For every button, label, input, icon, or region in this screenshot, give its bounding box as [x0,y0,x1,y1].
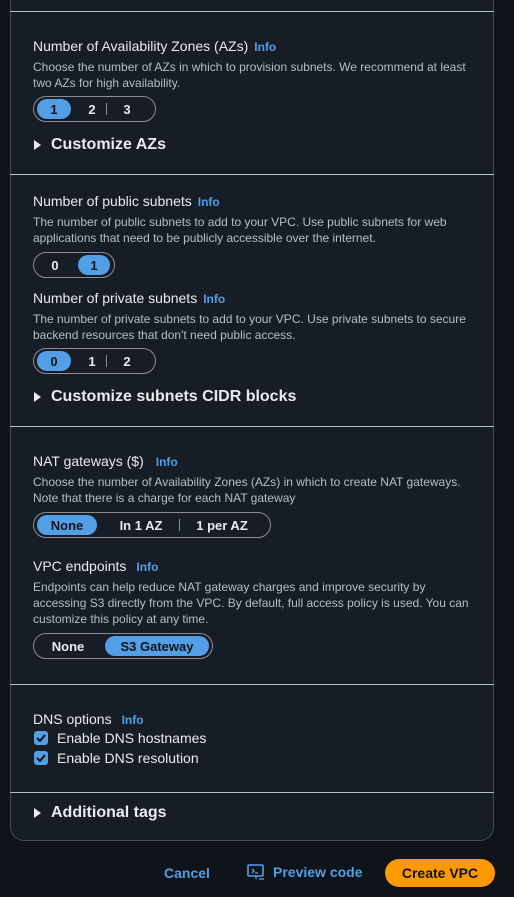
private-subnets-option-0[interactable]: 0 [37,351,71,371]
caret-right-icon [34,140,41,150]
public-subnets-description: The number of public subnets to add to y… [33,215,447,245]
nat-label-row: NAT gateways ($) Info [33,453,178,471]
private-subnets-option-2[interactable]: 2 [107,351,147,371]
endpoints-label-row: VPC endpoints Info [33,558,158,576]
section-divider [10,11,494,12]
nat-option-1-per-az[interactable]: 1 per AZ [180,515,264,535]
az-info-link[interactable]: Info [254,40,276,54]
private-subnets-description: The number of private subnets to add to … [33,312,466,342]
cancel-button[interactable]: Cancel [164,865,210,881]
private-subnets-label: Number of private subnets [33,290,198,306]
nat-description: Choose the number of Availability Zones … [33,475,461,505]
az-label-row: Number of Availability Zones (AZs) Info [33,38,276,56]
additional-tags-expander[interactable]: Additional tags [34,804,167,822]
caret-right-icon [34,392,41,402]
dns-label: DNS options [33,711,112,727]
checkmark-icon [36,754,46,762]
preview-code-label: Preview code [273,864,363,880]
customize-azs-label: Customize AZs [51,136,166,153]
public-subnets-label: Number of public subnets [33,193,192,209]
dns-hostnames-checkbox[interactable] [34,731,48,745]
private-subnets-info-link[interactable]: Info [203,292,225,306]
nat-segmented-control: None In 1 AZ 1 per AZ [33,512,271,538]
create-vpc-button[interactable]: Create VPC [385,859,495,887]
public-subnets-option-1[interactable]: 1 [78,255,110,275]
nat-label: NAT gateways ($) [33,453,144,469]
endpoints-info-link[interactable]: Info [136,560,158,574]
section-divider [10,684,494,685]
public-subnets-segmented-control: 0 1 [33,252,115,278]
az-segmented-control: 1 2 3 [33,96,156,122]
public-subnets-label-row: Number of public subnets Info [33,193,220,211]
code-preview-icon [247,864,264,880]
dns-resolution-label: Enable DNS resolution [57,750,199,766]
endpoints-option-s3-gateway[interactable]: S3 Gateway [105,636,209,656]
dns-hostnames-label: Enable DNS hostnames [57,730,207,746]
dns-hostnames-option[interactable]: Enable DNS hostnames [34,730,206,746]
section-divider [10,426,494,427]
private-subnets-option-1[interactable]: 1 [78,351,106,371]
public-subnets-info-link[interactable]: Info [198,195,220,209]
endpoints-description: Endpoints can help reduce NAT gateway ch… [33,580,469,626]
dns-resolution-checkbox[interactable] [34,751,48,765]
private-subnets-label-row: Number of private subnets Info [33,290,225,308]
nat-info-link[interactable]: Info [156,455,178,469]
az-option-1[interactable]: 1 [37,99,71,119]
az-description: Choose the number of AZs in which to pro… [33,60,466,90]
section-divider [10,792,494,793]
dns-label-row: DNS options Info [33,711,144,729]
preview-code-button[interactable]: Preview code [247,864,363,880]
dns-resolution-option[interactable]: Enable DNS resolution [34,750,199,766]
public-subnets-option-0[interactable]: 0 [37,255,73,275]
endpoints-segmented-control: None S3 Gateway [33,633,213,659]
checkmark-icon [36,734,46,742]
endpoints-option-none[interactable]: None [37,636,99,656]
endpoints-label: VPC endpoints [33,558,127,574]
customize-cidr-expander[interactable]: Customize subnets CIDR blocks [34,388,296,406]
dns-info-link[interactable]: Info [122,713,144,727]
caret-right-icon [34,808,41,818]
additional-tags-label: Additional tags [51,804,167,821]
az-option-2[interactable]: 2 [78,99,106,119]
customize-azs-expander[interactable]: Customize AZs [34,136,166,154]
nat-option-in-1-az[interactable]: In 1 AZ [103,515,179,535]
az-option-3[interactable]: 3 [107,99,147,119]
private-subnets-segmented-control: 0 1 2 [33,348,156,374]
customize-cidr-label: Customize subnets CIDR blocks [51,388,297,405]
section-divider [10,174,494,175]
nat-option-none[interactable]: None [37,515,97,535]
az-label: Number of Availability Zones (AZs) [33,38,249,54]
